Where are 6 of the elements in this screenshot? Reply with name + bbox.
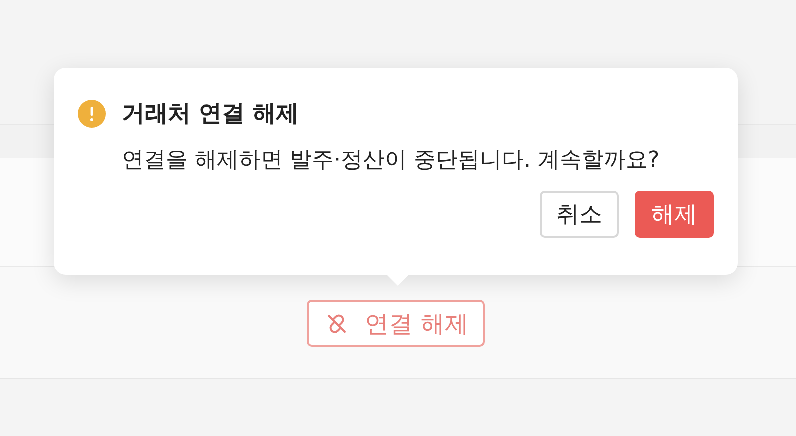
warning-icon — [78, 100, 106, 128]
confirm-button[interactable]: 해제 — [635, 191, 714, 238]
popover-message: 연결을 해제하면 발주·정산이 중단됩니다. 계속할까요? — [122, 147, 661, 175]
cancel-button[interactable]: 취소 — [540, 191, 619, 238]
popover-title: 거래처 연결 해제 — [122, 100, 300, 129]
unlink-button[interactable]: 연결 해제 — [307, 300, 485, 347]
